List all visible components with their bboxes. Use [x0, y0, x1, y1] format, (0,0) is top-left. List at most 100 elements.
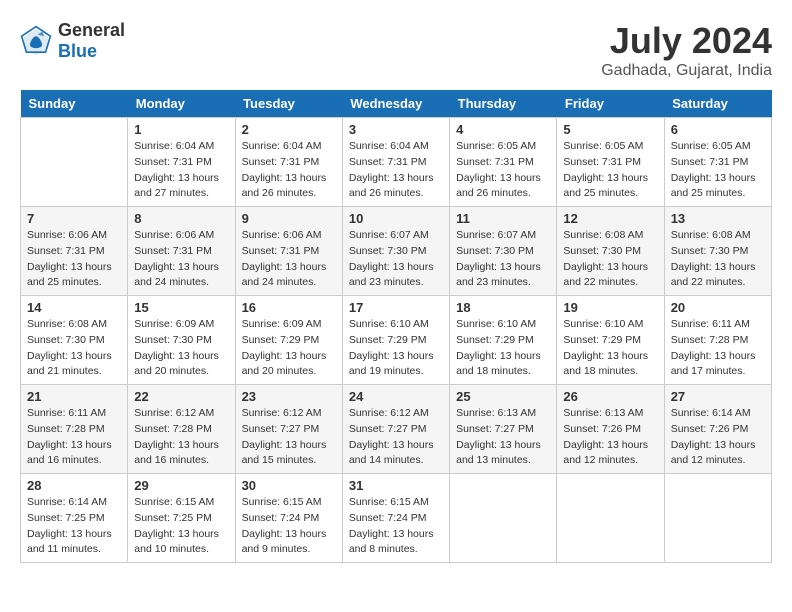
- date-number: 5: [563, 122, 657, 137]
- sunrise-text: Sunrise: 6:07 AM: [456, 229, 536, 241]
- date-number: 18: [456, 300, 550, 315]
- sunrise-text: Sunrise: 6:06 AM: [242, 229, 322, 241]
- sunset-text: Sunset: 7:31 PM: [349, 156, 427, 168]
- month-year: July 2024: [601, 20, 772, 62]
- daylight-text: Daylight: 13 hours and 9 minutes.: [242, 528, 327, 556]
- calendar-cell: 28 Sunrise: 6:14 AM Sunset: 7:25 PM Dayl…: [21, 474, 128, 563]
- sunrise-text: Sunrise: 6:08 AM: [27, 318, 107, 330]
- location: Gadhada, Gujarat, India: [601, 62, 772, 80]
- calendar-cell: 29 Sunrise: 6:15 AM Sunset: 7:25 PM Dayl…: [128, 474, 235, 563]
- date-number: 27: [671, 389, 765, 404]
- cell-info: Sunrise: 6:04 AM Sunset: 7:31 PM Dayligh…: [349, 139, 443, 202]
- date-number: 7: [27, 211, 121, 226]
- calendar-week-5: 28 Sunrise: 6:14 AM Sunset: 7:25 PM Dayl…: [21, 474, 772, 563]
- date-number: 26: [563, 389, 657, 404]
- sunrise-text: Sunrise: 6:04 AM: [242, 140, 322, 152]
- sunrise-text: Sunrise: 6:06 AM: [27, 229, 107, 241]
- sunset-text: Sunset: 7:26 PM: [563, 423, 641, 435]
- calendar-cell: 19 Sunrise: 6:10 AM Sunset: 7:29 PM Dayl…: [557, 296, 664, 385]
- sunrise-text: Sunrise: 6:15 AM: [134, 496, 214, 508]
- sunset-text: Sunset: 7:27 PM: [456, 423, 534, 435]
- date-number: 1: [134, 122, 228, 137]
- date-number: 11: [456, 211, 550, 226]
- daylight-text: Daylight: 13 hours and 24 minutes.: [242, 261, 327, 289]
- header-sunday: Sunday: [21, 90, 128, 118]
- daylight-text: Daylight: 13 hours and 18 minutes.: [456, 350, 541, 378]
- header-tuesday: Tuesday: [235, 90, 342, 118]
- cell-info: Sunrise: 6:06 AM Sunset: 7:31 PM Dayligh…: [27, 228, 121, 291]
- daylight-text: Daylight: 13 hours and 22 minutes.: [563, 261, 648, 289]
- date-number: 21: [27, 389, 121, 404]
- sunset-text: Sunset: 7:29 PM: [349, 334, 427, 346]
- sunset-text: Sunset: 7:29 PM: [242, 334, 320, 346]
- calendar-cell: 17 Sunrise: 6:10 AM Sunset: 7:29 PM Dayl…: [342, 296, 449, 385]
- cell-info: Sunrise: 6:05 AM Sunset: 7:31 PM Dayligh…: [456, 139, 550, 202]
- logo-icon: [20, 25, 52, 57]
- cell-info: Sunrise: 6:08 AM Sunset: 7:30 PM Dayligh…: [27, 317, 121, 380]
- cell-info: Sunrise: 6:13 AM Sunset: 7:26 PM Dayligh…: [563, 406, 657, 469]
- sunrise-text: Sunrise: 6:12 AM: [242, 407, 322, 419]
- sunrise-text: Sunrise: 6:13 AM: [456, 407, 536, 419]
- sunset-text: Sunset: 7:31 PM: [563, 156, 641, 168]
- date-number: 8: [134, 211, 228, 226]
- sunset-text: Sunset: 7:29 PM: [563, 334, 641, 346]
- daylight-text: Daylight: 13 hours and 12 minutes.: [563, 439, 648, 467]
- cell-info: Sunrise: 6:11 AM Sunset: 7:28 PM Dayligh…: [27, 406, 121, 469]
- header-thursday: Thursday: [450, 90, 557, 118]
- date-number: 16: [242, 300, 336, 315]
- sunset-text: Sunset: 7:31 PM: [456, 156, 534, 168]
- cell-info: Sunrise: 6:06 AM Sunset: 7:31 PM Dayligh…: [134, 228, 228, 291]
- sunset-text: Sunset: 7:30 PM: [671, 245, 749, 257]
- sunset-text: Sunset: 7:31 PM: [27, 245, 105, 257]
- calendar-cell: 9 Sunrise: 6:06 AM Sunset: 7:31 PM Dayli…: [235, 207, 342, 296]
- sunset-text: Sunset: 7:31 PM: [134, 245, 212, 257]
- calendar-cell: [664, 474, 771, 563]
- calendar-cell: 20 Sunrise: 6:11 AM Sunset: 7:28 PM Dayl…: [664, 296, 771, 385]
- sunset-text: Sunset: 7:30 PM: [27, 334, 105, 346]
- sunrise-text: Sunrise: 6:05 AM: [563, 140, 643, 152]
- logo-text: General Blue: [58, 20, 125, 62]
- daylight-text: Daylight: 13 hours and 27 minutes.: [134, 172, 219, 200]
- calendar-week-3: 14 Sunrise: 6:08 AM Sunset: 7:30 PM Dayl…: [21, 296, 772, 385]
- sunset-text: Sunset: 7:26 PM: [671, 423, 749, 435]
- sunrise-text: Sunrise: 6:12 AM: [134, 407, 214, 419]
- date-number: 12: [563, 211, 657, 226]
- cell-info: Sunrise: 6:05 AM Sunset: 7:31 PM Dayligh…: [671, 139, 765, 202]
- calendar-cell: 5 Sunrise: 6:05 AM Sunset: 7:31 PM Dayli…: [557, 118, 664, 207]
- sunrise-text: Sunrise: 6:04 AM: [134, 140, 214, 152]
- date-number: 4: [456, 122, 550, 137]
- daylight-text: Daylight: 13 hours and 25 minutes.: [671, 172, 756, 200]
- cell-info: Sunrise: 6:11 AM Sunset: 7:28 PM Dayligh…: [671, 317, 765, 380]
- calendar-week-1: 1 Sunrise: 6:04 AM Sunset: 7:31 PM Dayli…: [21, 118, 772, 207]
- cell-info: Sunrise: 6:12 AM Sunset: 7:27 PM Dayligh…: [349, 406, 443, 469]
- calendar-cell: 4 Sunrise: 6:05 AM Sunset: 7:31 PM Dayli…: [450, 118, 557, 207]
- sunrise-text: Sunrise: 6:06 AM: [134, 229, 214, 241]
- sunrise-text: Sunrise: 6:10 AM: [349, 318, 429, 330]
- date-number: 31: [349, 478, 443, 493]
- calendar-cell: 23 Sunrise: 6:12 AM Sunset: 7:27 PM Dayl…: [235, 385, 342, 474]
- sunrise-text: Sunrise: 6:07 AM: [349, 229, 429, 241]
- cell-info: Sunrise: 6:14 AM Sunset: 7:25 PM Dayligh…: [27, 495, 121, 558]
- calendar-cell: 8 Sunrise: 6:06 AM Sunset: 7:31 PM Dayli…: [128, 207, 235, 296]
- date-number: 22: [134, 389, 228, 404]
- date-number: 20: [671, 300, 765, 315]
- calendar-cell: 30 Sunrise: 6:15 AM Sunset: 7:24 PM Dayl…: [235, 474, 342, 563]
- sunset-text: Sunset: 7:31 PM: [134, 156, 212, 168]
- cell-info: Sunrise: 6:05 AM Sunset: 7:31 PM Dayligh…: [563, 139, 657, 202]
- date-number: 2: [242, 122, 336, 137]
- sunset-text: Sunset: 7:28 PM: [671, 334, 749, 346]
- sunrise-text: Sunrise: 6:15 AM: [349, 496, 429, 508]
- daylight-text: Daylight: 13 hours and 11 minutes.: [27, 528, 112, 556]
- date-number: 23: [242, 389, 336, 404]
- calendar-week-2: 7 Sunrise: 6:06 AM Sunset: 7:31 PM Dayli…: [21, 207, 772, 296]
- calendar-cell: 27 Sunrise: 6:14 AM Sunset: 7:26 PM Dayl…: [664, 385, 771, 474]
- cell-info: Sunrise: 6:07 AM Sunset: 7:30 PM Dayligh…: [456, 228, 550, 291]
- calendar-cell: 21 Sunrise: 6:11 AM Sunset: 7:28 PM Dayl…: [21, 385, 128, 474]
- sunrise-text: Sunrise: 6:14 AM: [671, 407, 751, 419]
- calendar-week-4: 21 Sunrise: 6:11 AM Sunset: 7:28 PM Dayl…: [21, 385, 772, 474]
- cell-info: Sunrise: 6:13 AM Sunset: 7:27 PM Dayligh…: [456, 406, 550, 469]
- date-number: 10: [349, 211, 443, 226]
- calendar-cell: 10 Sunrise: 6:07 AM Sunset: 7:30 PM Dayl…: [342, 207, 449, 296]
- daylight-text: Daylight: 13 hours and 25 minutes.: [27, 261, 112, 289]
- daylight-text: Daylight: 13 hours and 15 minutes.: [242, 439, 327, 467]
